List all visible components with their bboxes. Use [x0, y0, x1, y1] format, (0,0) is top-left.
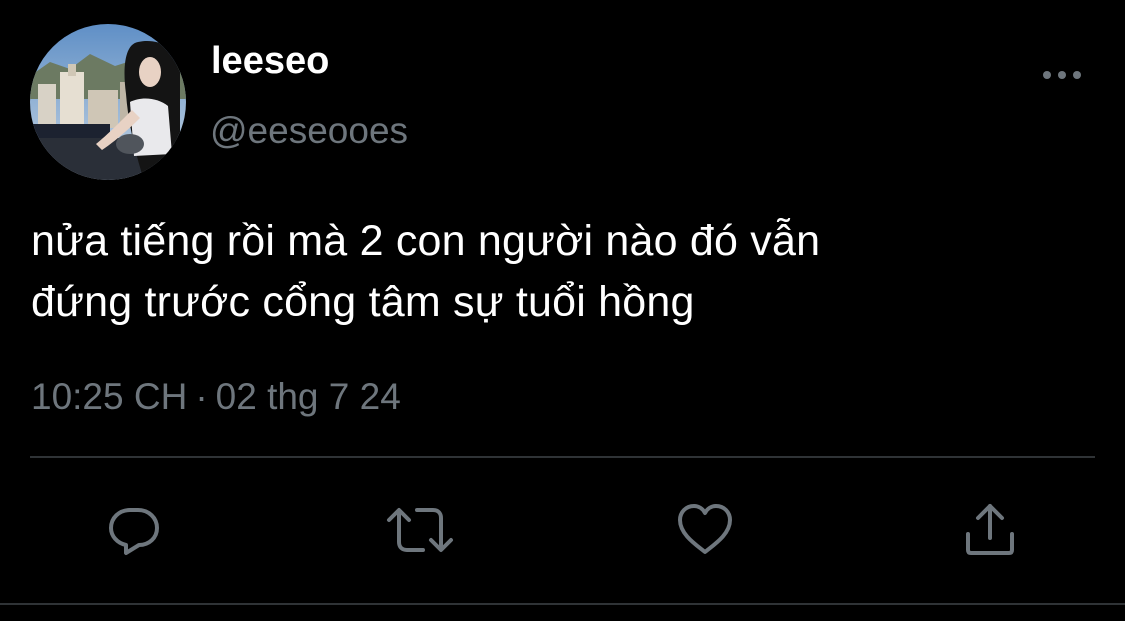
display-name[interactable]: leeseo [211, 38, 329, 84]
retweet-icon [387, 508, 453, 552]
tweet-text-line: đứng trước cổng tâm sự tuổi hồng [31, 278, 695, 326]
share-icon [966, 504, 1014, 555]
tweet-date: 02 thg 7 24 [215, 376, 401, 417]
tweet-time: 10:25 CH [31, 376, 188, 417]
meta-separator: · [195, 376, 208, 417]
avatar[interactable] [30, 24, 186, 180]
reply-icon [109, 508, 159, 555]
retweet-button[interactable] [385, 500, 453, 560]
share-button[interactable] [960, 500, 1020, 560]
divider [30, 456, 1095, 458]
tweet-text: nửa tiếng rồi mà 2 con người nào đó vẫn … [31, 211, 1091, 333]
bottom-divider [0, 603, 1125, 605]
tweet-detail: leeseo @eeseooes nửa tiếng rồi mà 2 con … [0, 0, 1125, 621]
tweet-text-line: nửa tiếng rồi mà 2 con người nào đó vẫn [31, 217, 821, 265]
more-dots-icon [1043, 71, 1081, 79]
like-button[interactable] [675, 500, 735, 560]
heart-icon [678, 504, 732, 554]
more-options-button[interactable] [1036, 58, 1088, 92]
tweet-timestamp[interactable]: 10:25 CH · 02 thg 7 24 [31, 374, 401, 420]
user-handle[interactable]: @eeseooes [210, 108, 408, 154]
reply-button[interactable] [104, 500, 164, 560]
profile-photo-image [30, 24, 186, 180]
